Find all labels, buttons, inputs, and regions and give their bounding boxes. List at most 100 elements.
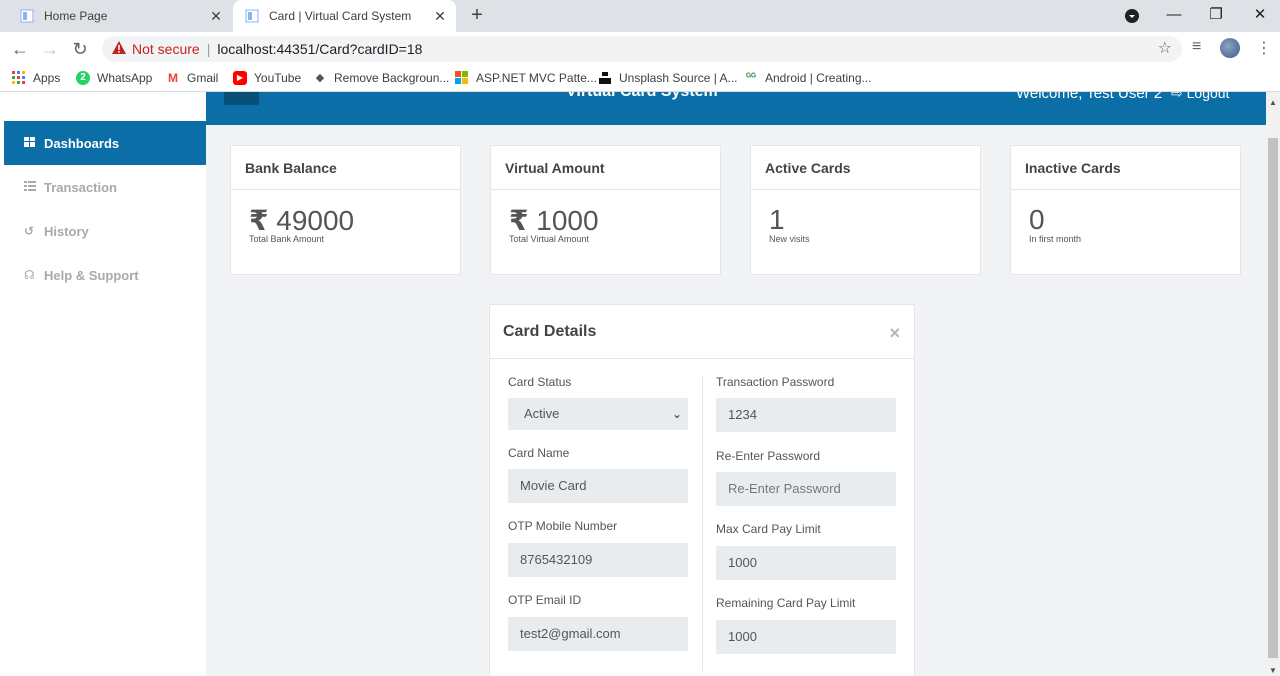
otp-mobile-label: OTP Mobile Number [508,519,618,533]
new-tab-button[interactable]: + [466,4,488,28]
stat-value: 1 [751,190,980,235]
stat-amount: 0 [1029,204,1045,235]
stat-card-bank-balance: Bank Balance ₹ 49000 Total Bank Amount [230,145,461,275]
url-text[interactable]: localhost:44351/Card?cardID=18 [217,41,422,57]
tab-home-page[interactable]: Home Page ✕ [8,0,232,32]
profile-avatar[interactable] [1220,38,1240,58]
stat-amount: 1000 [536,205,599,236]
bookmark-remove-bg[interactable]: ◆ Remove Backgroun... [313,71,450,85]
tab-close-icon[interactable]: ✕ [430,8,450,25]
media-control-icon[interactable]: ≡ [1192,38,1201,56]
max-limit-label: Max Card Pay Limit [716,522,821,536]
logout-label: Logout [1186,92,1230,101]
tab-title: Card | Virtual Card System [269,9,412,23]
transaction-password-field[interactable]: 1234 [716,398,896,432]
card-status-label: Card Status [508,375,572,389]
stat-card-virtual-amount: Virtual Amount ₹ 1000 Total Virtual Amou… [490,145,721,275]
page-viewport: Virtual Card System Welcome, Test User 2… [0,92,1266,676]
sidebar: Dashboards Transaction ↺ History ☊ Help … [0,92,206,676]
bookmark-label: Remove Backgroun... [334,71,450,85]
stat-title: Virtual Amount [491,146,720,190]
reenter-password-label: Re-Enter Password [716,449,821,463]
unsplash-icon [598,71,612,85]
bookmark-label: Android | Creating... [765,71,872,85]
bookmark-label: Apps [33,71,61,85]
bookmark-label: ASP.NET MVC Patte... [476,71,597,85]
stat-subtitle: In first month [1029,234,1082,244]
scrollbar-thumb[interactable] [1268,138,1278,658]
stat-value: ₹ 1000 [491,190,720,236]
warning-triangle-icon [112,41,126,57]
sidebar-item-label: History [44,223,89,239]
bookmark-youtube[interactable]: ▶ YouTube [233,71,301,85]
sidebar-item-dashboards[interactable]: Dashboards [4,121,206,165]
reenter-password-field[interactable]: Re-Enter Password [716,472,896,506]
otp-mobile-field[interactable]: 8765432109 [508,543,688,577]
bookmark-whatsapp[interactable]: 2 WhatsApp [76,71,152,85]
sidebar-item-history[interactable]: ↺ History [4,209,206,253]
rupee-icon: ₹ [509,205,529,236]
stat-value: ₹ 49000 [231,190,460,236]
card-details-panel: Card Details × Card Status Active ⌄ Card… [489,304,915,676]
sidebar-item-help-support[interactable]: ☊ Help & Support [4,253,206,297]
tab-card-virtual[interactable]: Card | Virtual Card System ✕ [233,0,456,32]
address-bar[interactable]: Not secure | localhost:44351/Card?cardID… [102,36,1182,62]
transaction-password-label: Transaction Password [716,375,835,389]
column-divider [702,375,703,671]
card-status-select[interactable]: Active ⌄ [508,398,688,430]
whatsapp-icon: 2 [76,71,90,85]
logout-icon: ⇨ [1171,92,1183,101]
remaining-limit-label: Remaining Card Pay Limit [716,596,856,610]
max-limit-field[interactable]: 1000 [716,546,896,580]
stat-subtitle: New visits [769,234,810,244]
bookmark-gmail[interactable]: M Gmail [166,71,218,85]
tab-title: Home Page [44,9,108,23]
page-favicon-icon [20,9,34,23]
otp-email-field[interactable]: test2@gmail.com [508,617,688,651]
close-window-button[interactable]: ✕ [1240,0,1280,32]
sidebar-item-label: Dashboards [44,135,120,151]
sidebar-item-transaction[interactable]: Transaction [4,165,206,209]
bookmark-label: Gmail [187,71,219,85]
remaining-limit-field[interactable]: 1000 [716,620,896,654]
bookmark-star-icon[interactable]: ☆ [1158,38,1172,58]
bookmark-unsplash[interactable]: Unsplash Source | A... [598,71,738,85]
logout-link[interactable]: ⇨ Logout [1171,92,1229,102]
stat-amount: 49000 [276,205,355,236]
card-name-field[interactable]: Movie Card [508,469,688,503]
chrome-menu-icon[interactable]: ⋮ [1256,38,1272,58]
address-separator: | [206,41,211,57]
profile-menu-icon[interactable] [1112,0,1152,32]
menu-toggle-button[interactable] [224,92,259,105]
bookmark-android[interactable]: ᴳᴳ Android | Creating... [744,71,872,85]
chevron-down-icon: ⌄ [671,407,682,421]
tab-close-icon[interactable]: ✕ [206,8,226,25]
rupee-icon: ₹ [249,205,269,236]
bookmark-apps[interactable]: Apps [12,71,60,85]
stat-card-inactive-cards: Inactive Cards 0 In first month [1010,145,1241,275]
reload-icon[interactable]: ↻ [68,36,92,62]
list-icon [24,180,40,194]
page-scrollbar[interactable]: ▲ ▼ [1266,92,1280,676]
card-status-value: Active [524,406,560,421]
welcome-text: Welcome, Test User 2 [1016,92,1163,102]
bookmarks-bar: Apps 2 WhatsApp M Gmail ▶ YouTube ◆ Remo… [0,66,1280,92]
stat-subtitle: Total Virtual Amount [509,234,589,244]
sidebar-item-label: Help & Support [44,267,139,283]
back-arrow-icon[interactable]: ← [8,36,32,62]
restore-button[interactable]: ❐ [1196,0,1236,32]
apps-grid-icon [12,71,26,85]
card-name-label: Card Name [508,446,570,460]
app-header: Virtual Card System Welcome, Test User 2… [206,92,1266,125]
bookmark-aspnet[interactable]: ASP.NET MVC Patte... [455,71,597,85]
microsoft-icon [455,71,469,85]
scroll-down-arrow-icon[interactable]: ▼ [1269,666,1277,675]
page-favicon-icon [245,9,259,23]
stat-amount: 1 [769,204,785,235]
minimize-button[interactable]: — [1154,0,1194,32]
gmail-icon: M [168,71,178,85]
forward-arrow-icon[interactable]: → [38,36,62,62]
not-secure-label[interactable]: Not secure [132,41,200,57]
close-icon[interactable]: × [889,323,900,344]
scroll-up-arrow-icon[interactable]: ▲ [1269,98,1277,107]
